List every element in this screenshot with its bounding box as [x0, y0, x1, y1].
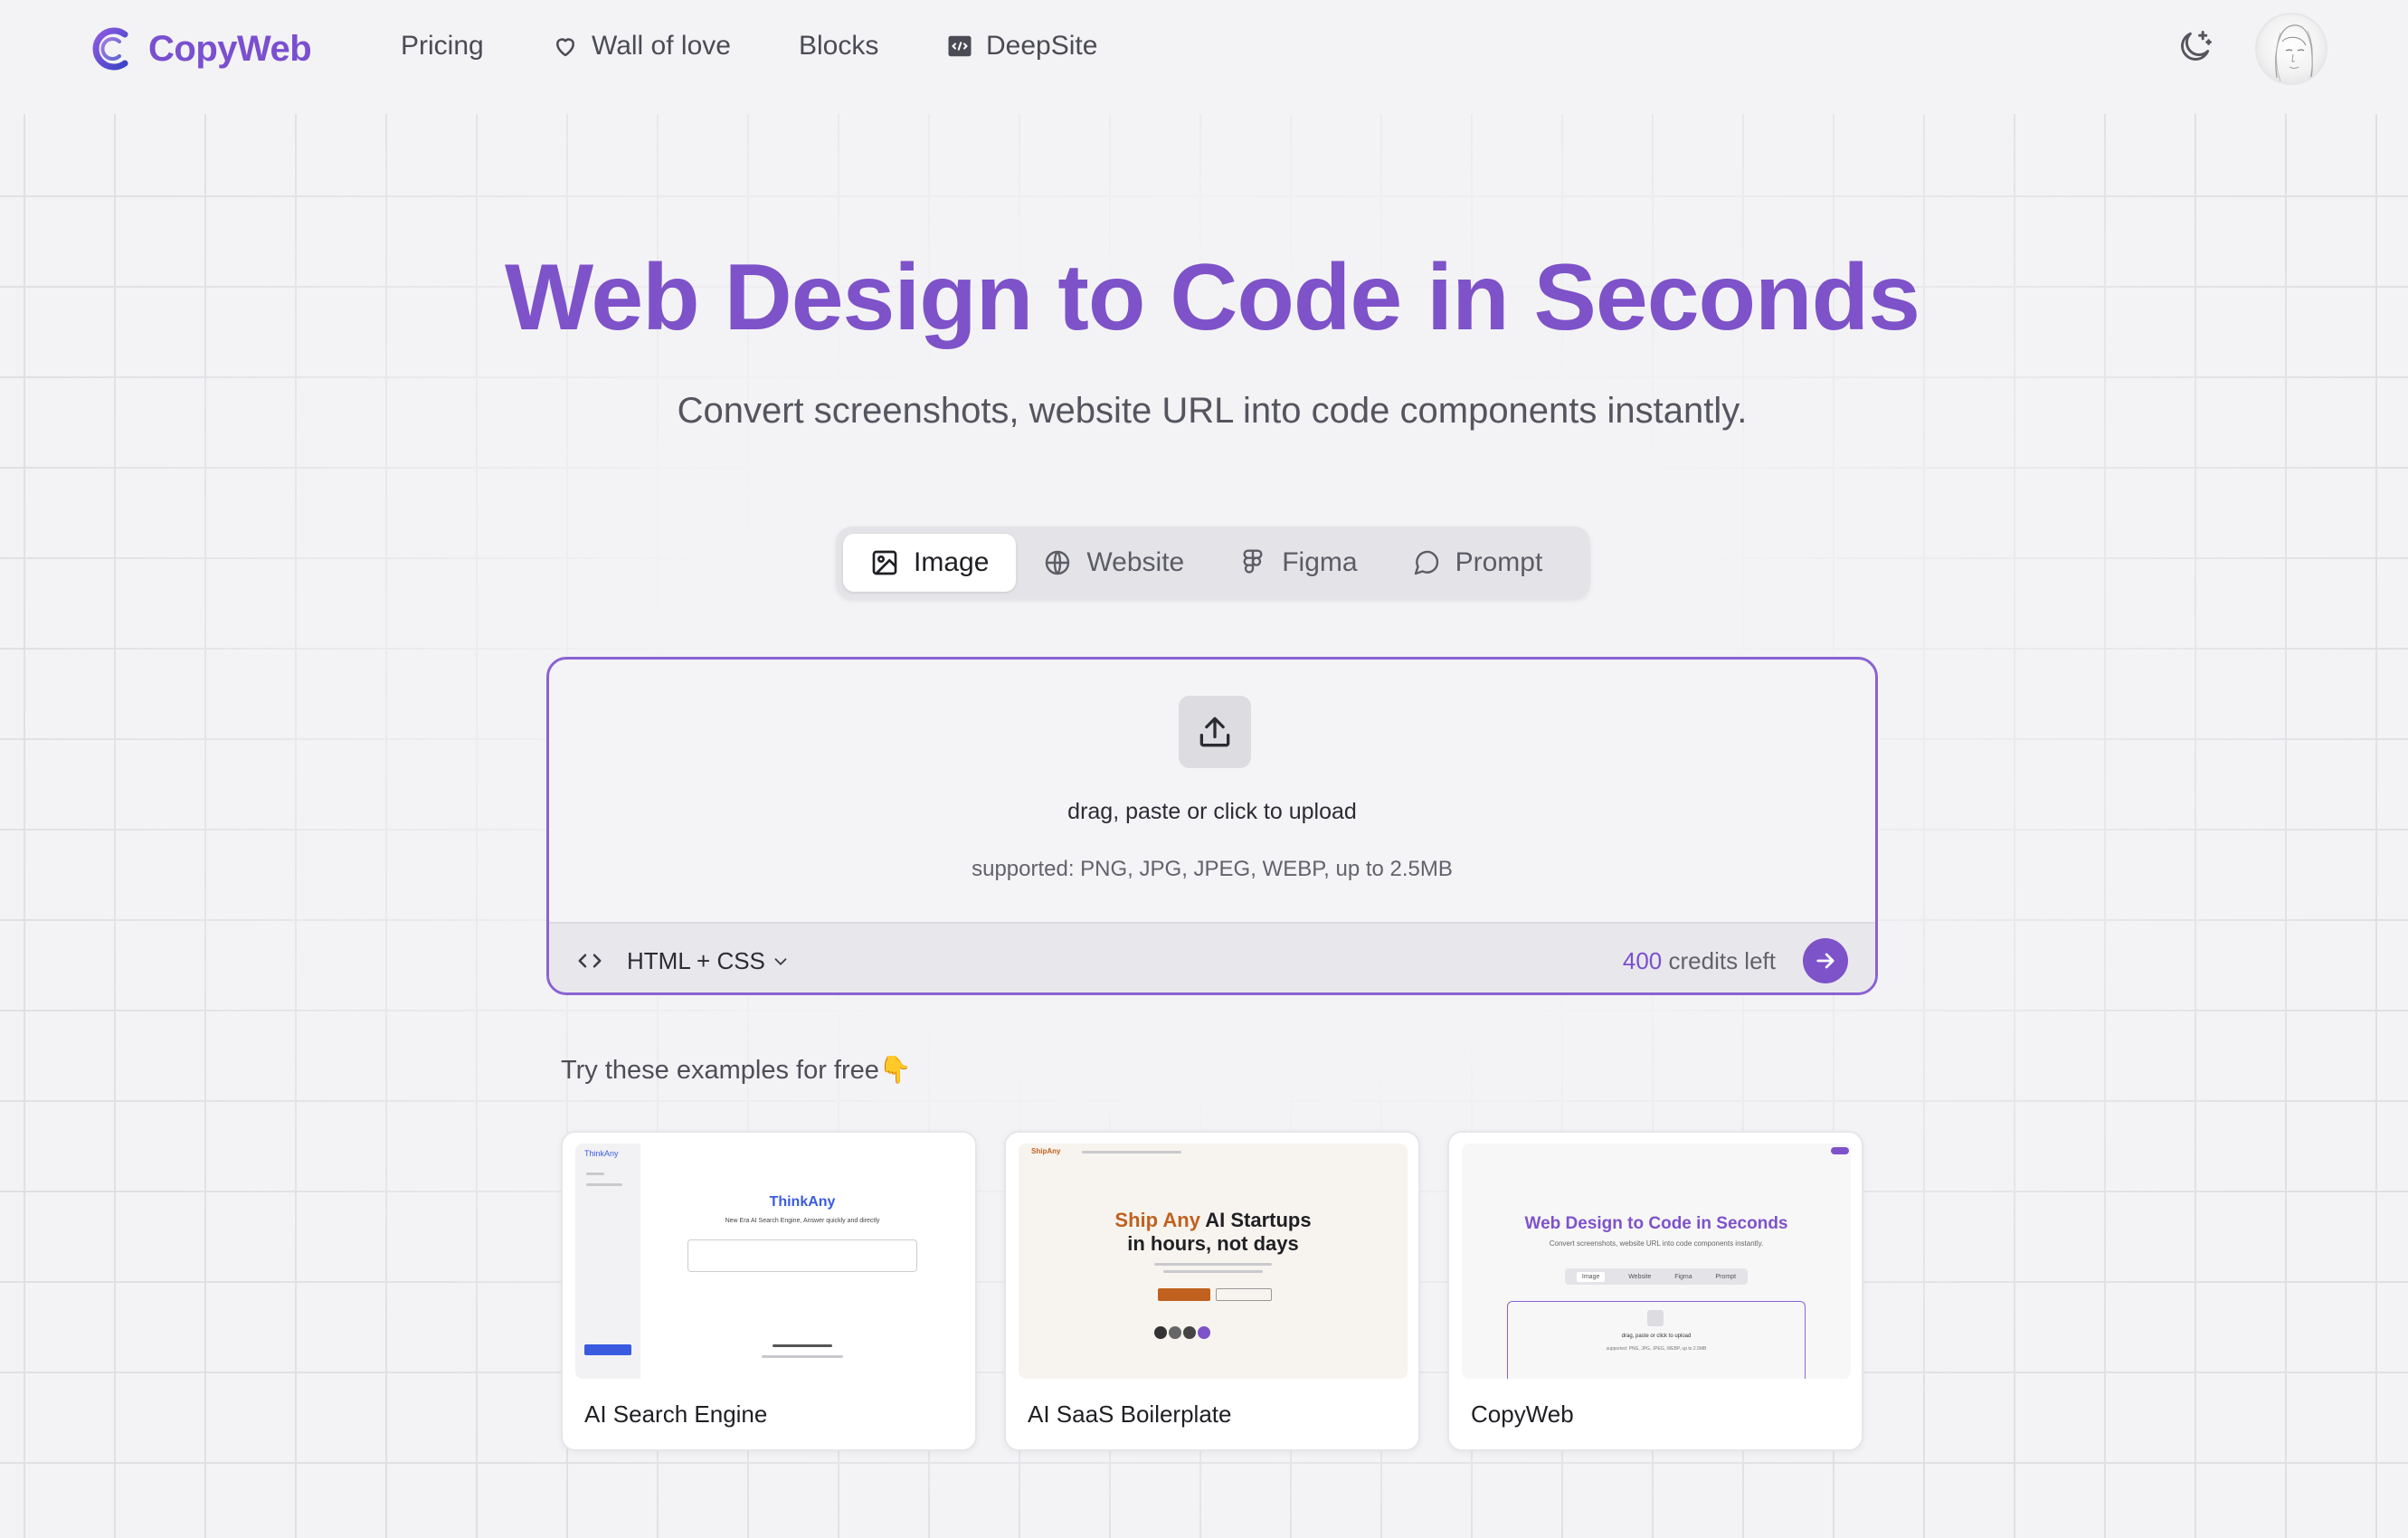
hero-subtitle: Convert screenshots, website URL into co…: [677, 391, 1748, 431]
submit-button[interactable]: [1803, 938, 1848, 983]
tab-figma[interactable]: Figma: [1211, 534, 1384, 592]
example-card-copyweb[interactable]: Web Design to Code in Seconds Convert sc…: [1447, 1131, 1863, 1451]
example-card-label: CopyWeb: [1471, 1400, 1574, 1428]
brand-name: CopyWeb: [148, 28, 312, 69]
example-thumbnail: ShipAny Ship Any AI Startups in hours, n…: [1019, 1144, 1408, 1379]
tab-website[interactable]: Website: [1016, 534, 1211, 592]
thumb-main: ThinkAny New Era AI Search Engine, Answe…: [640, 1144, 964, 1379]
nav-deepsite[interactable]: DeepSite: [946, 31, 1097, 62]
nav-blocks[interactable]: Blocks: [799, 31, 878, 62]
thumb-subtitle: Convert screenshots, website URL into co…: [1549, 1239, 1764, 1248]
code-window-icon: [948, 35, 972, 57]
heart-icon: [556, 38, 574, 57]
tab-figma-label: Figma: [1282, 547, 1358, 577]
thumb-tabs: Image Website Figma Prompt: [1565, 1268, 1748, 1285]
chat-bubble-icon: [1414, 550, 1438, 575]
upload-supported-formats: supported: PNG, JPG, JPEG, WEBP, up to 2…: [972, 857, 1453, 881]
thumb-brand: ThinkAny: [769, 1194, 836, 1210]
arrow-right-icon: [1816, 953, 1834, 969]
moon-sparkle-icon: [2181, 31, 2212, 61]
top-nav: CopyWeb Pricing Wall of love Blocks Deep…: [0, 0, 2408, 98]
thumb-tab: Image: [1576, 1271, 1606, 1282]
example-thumbnail: Web Design to Code in Seconds Convert sc…: [1462, 1144, 1851, 1379]
avatar-sketch-icon: [2275, 24, 2313, 83]
code-brackets-icon: [578, 954, 602, 968]
thumb-tab: Website: [1628, 1273, 1652, 1280]
thumb-brand-small: ThinkAny: [584, 1149, 619, 1158]
tab-image-label: Image: [914, 547, 990, 577]
nav-blocks-label: Blocks: [799, 31, 879, 61]
thumb-headline-accent: Ship Any: [1114, 1209, 1200, 1231]
tab-image[interactable]: Image: [843, 534, 1017, 592]
example-card-ai-search-engine[interactable]: ThinkAny ThinkAny New Era AI Search Engi…: [561, 1131, 977, 1451]
globe-icon: [1046, 550, 1070, 575]
upload-dropzone[interactable]: drag, paste or click to upload supported…: [546, 657, 1878, 995]
upload-icon: [1199, 717, 1230, 747]
format-select[interactable]: HTML + CSS: [627, 947, 791, 975]
brand-logo[interactable]: CopyWeb: [89, 24, 312, 74]
input-mode-tabs: Image Website Figma Prompt: [836, 527, 1590, 599]
nav-pricing[interactable]: Pricing: [401, 31, 484, 62]
tab-prompt[interactable]: Prompt: [1385, 534, 1570, 592]
nav-wall-of-love-label: Wall of love: [592, 31, 731, 61]
example-card-ai-saas-boilerplate[interactable]: ShipAny Ship Any AI Startups in hours, n…: [1004, 1131, 1420, 1451]
examples-heading: Try these examples for free👇: [561, 1056, 913, 1085]
chevron-down-icon: [774, 957, 787, 965]
copyweb-logo-icon: [92, 27, 128, 71]
nav-deepsite-label: DeepSite: [986, 31, 1098, 61]
credits-suffix: credits left: [1668, 947, 1777, 974]
format-select-value: HTML + CSS: [627, 947, 765, 974]
example-card-label: AI Search Engine: [584, 1400, 768, 1428]
hero-title: Web Design to Code in Seconds: [505, 245, 1920, 350]
tab-website-label: Website: [1086, 547, 1185, 577]
upload-toolbar: HTML + CSS 400 credits left: [549, 922, 1875, 992]
figma-icon: [1243, 549, 1263, 574]
thumb-brand: ShipAny: [1031, 1147, 1061, 1155]
upload-prompt: drag, paste or click to upload: [1067, 799, 1357, 824]
nav-pricing-label: Pricing: [401, 31, 484, 61]
upload-button[interactable]: [1179, 696, 1251, 768]
user-avatar[interactable]: [2255, 13, 2327, 85]
nav-wall-of-love[interactable]: Wall of love: [552, 31, 731, 62]
example-thumbnail: ThinkAny ThinkAny New Era AI Search Engi…: [575, 1144, 964, 1379]
thumb-title: Web Design to Code in Seconds: [1524, 1214, 1788, 1233]
thumb-headline: Ship Any AI Startups: [1019, 1209, 1408, 1232]
theme-toggle-button[interactable]: [2175, 27, 2214, 67]
image-icon: [872, 550, 897, 575]
credits-count: 400: [1622, 947, 1663, 974]
thumb-upload-hint: supported: PNG, JPG, JPEG, WEBP, up to 2…: [1606, 1346, 1707, 1352]
tab-prompt-label: Prompt: [1455, 547, 1543, 577]
example-card-label: AI SaaS Boilerplate: [1028, 1400, 1232, 1428]
thumb-tab: Prompt: [1715, 1273, 1737, 1280]
thumb-sidebar: ThinkAny: [575, 1144, 640, 1379]
credits-remaining: 400 credits left: [1623, 947, 1776, 975]
thumb-headline-line2: in hours, not days: [1127, 1232, 1299, 1255]
thumb-upload-text: drag, paste or click to upload: [1621, 1334, 1692, 1339]
thumb-tab: Figma: [1674, 1273, 1692, 1280]
thumb-tagline: New Era AI Search Engine, Answer quickly…: [725, 1218, 880, 1224]
thumb-headline-rest: AI Startups: [1205, 1209, 1312, 1231]
